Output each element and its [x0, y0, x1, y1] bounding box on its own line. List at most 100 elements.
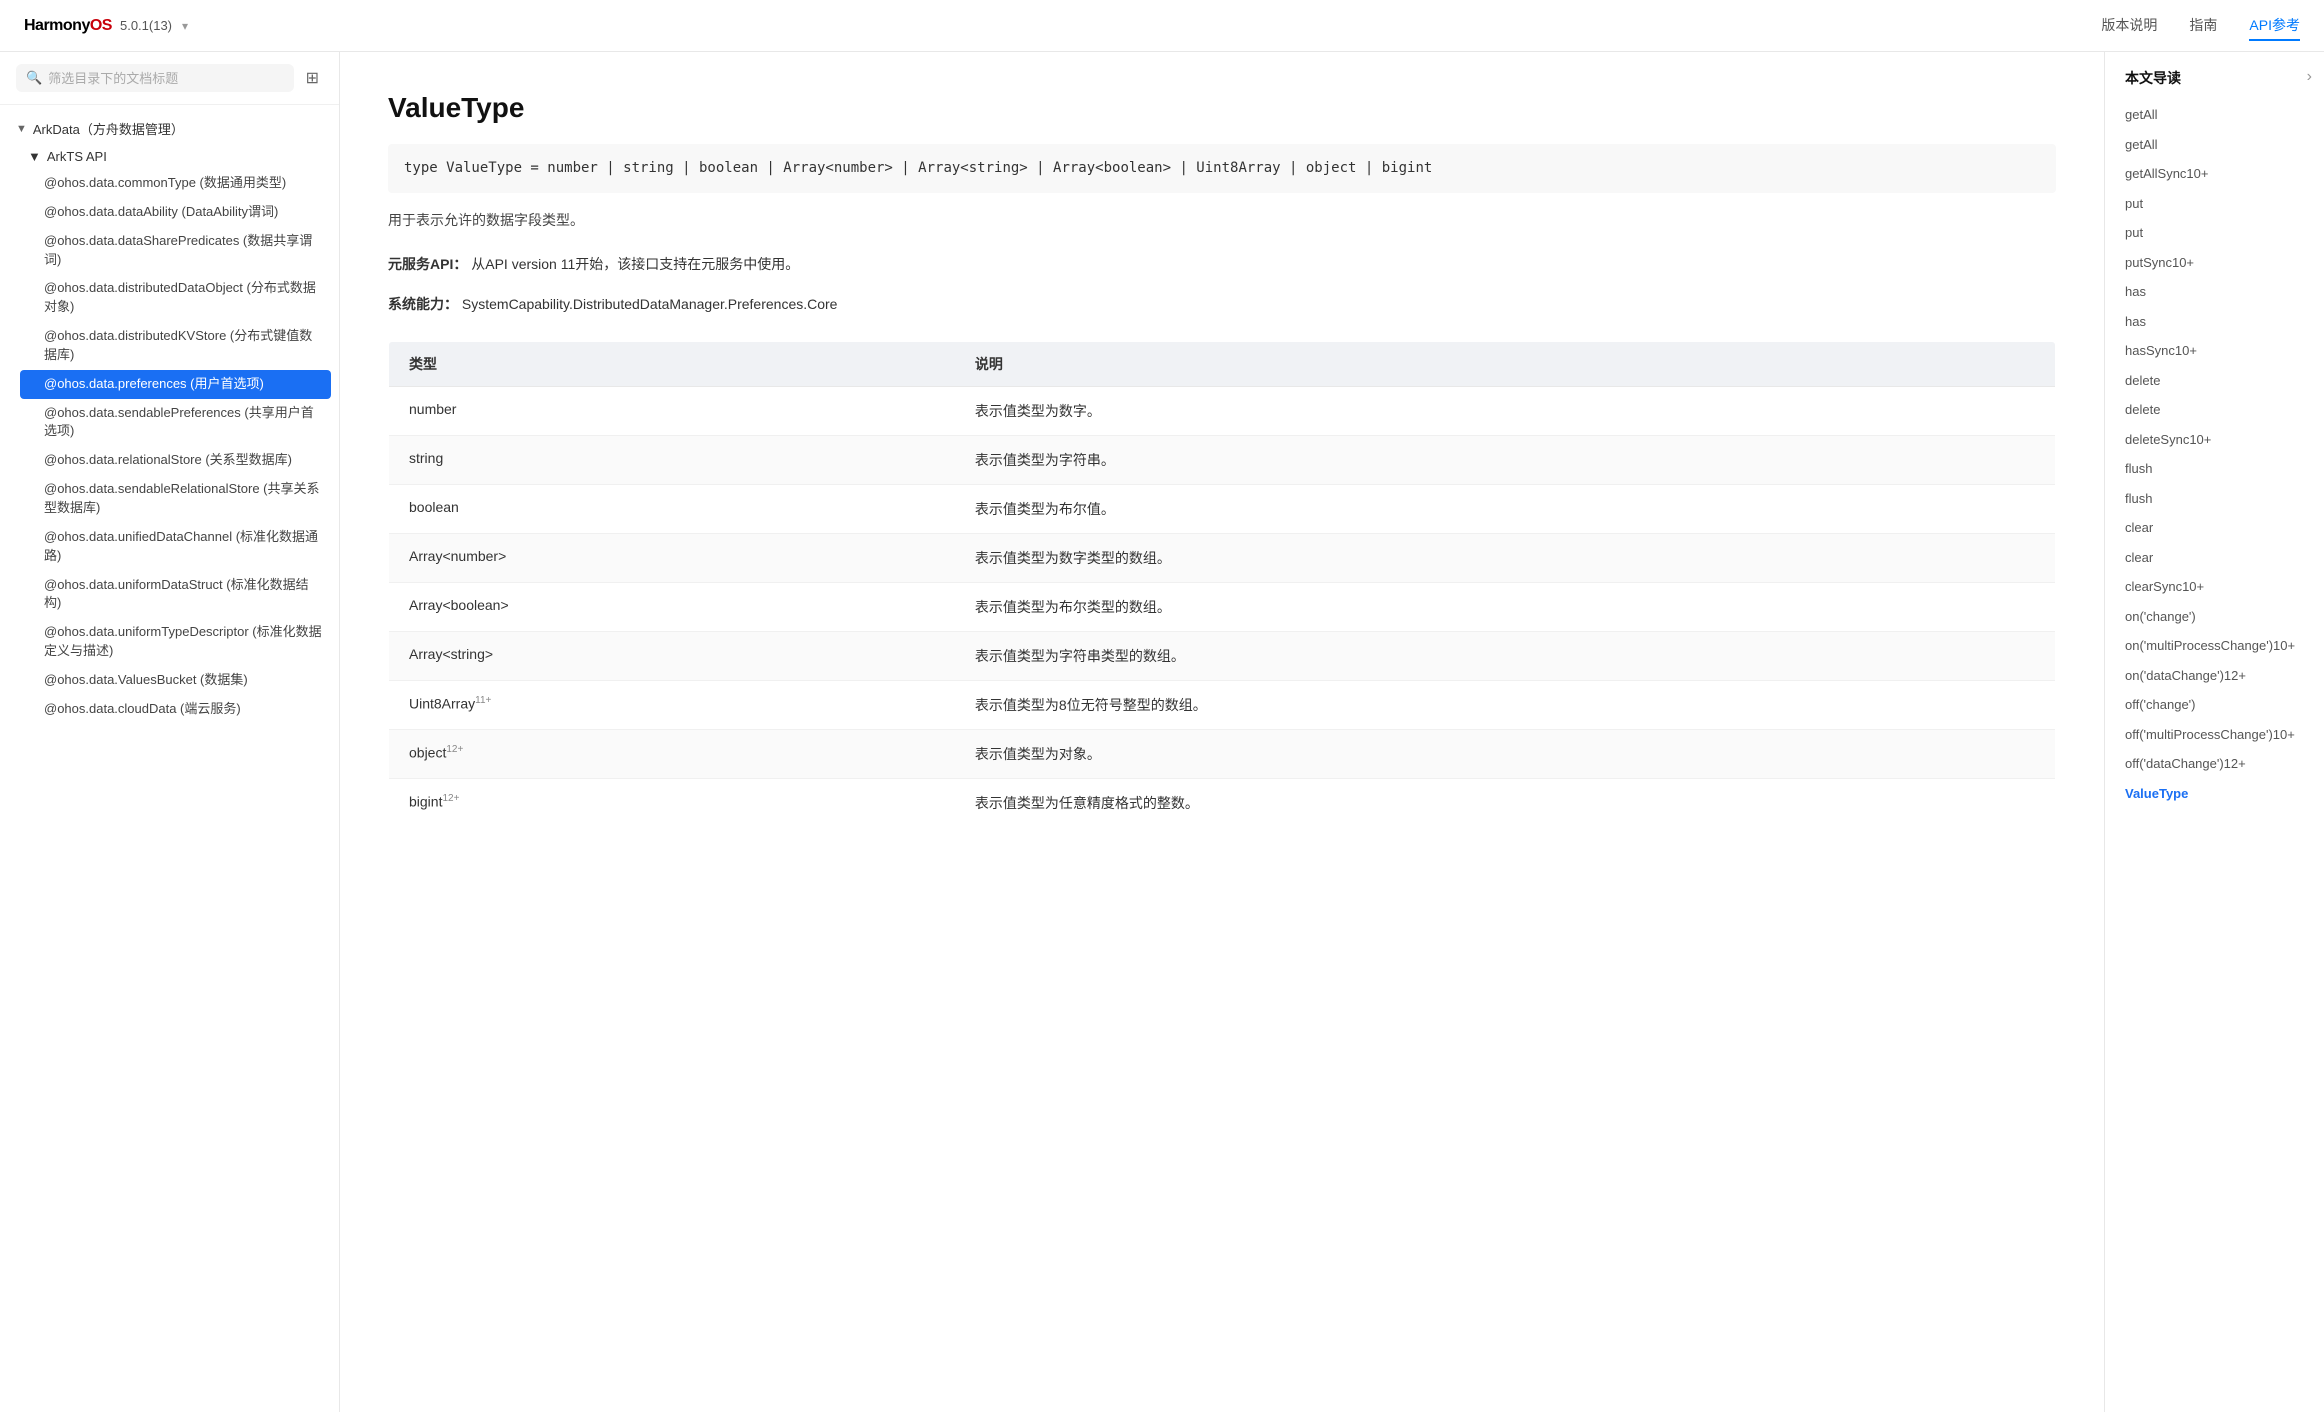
- cell-desc: 表示值类型为字符串类型的数组。: [955, 631, 2056, 680]
- sub-section-label: ArkTS API: [47, 149, 107, 164]
- sidebar-item[interactable]: @ohos.data.cloudData (端云服务): [12, 695, 339, 724]
- toc-item[interactable]: deleteSync10+: [2105, 425, 2324, 455]
- cell-type: Uint8Array11+: [389, 680, 955, 729]
- cell-type: Array<number>: [389, 533, 955, 582]
- cell-desc: 表示值类型为字符串。: [955, 435, 2056, 484]
- brand-dropdown-icon[interactable]: ▾: [182, 19, 188, 33]
- type-signature: type ValueType = number | string | boole…: [388, 144, 2056, 193]
- toc-item[interactable]: ValueType: [2105, 779, 2324, 809]
- system-cap-label: 系统能力：: [388, 296, 458, 312]
- table-row: bigint12+表示值类型为任意精度格式的整数。: [389, 778, 2056, 827]
- cell-type: object12+: [389, 729, 955, 778]
- tree-sub-section: ▼ ArkTS API @ohos.data.commonType (数据通用类…: [0, 144, 339, 724]
- meta-section: 元服务API： 从API version 11开始，该接口支持在元服务中使用。: [388, 253, 2056, 277]
- toc-item[interactable]: has: [2105, 277, 2324, 307]
- meta-text: 从API version 11开始，该接口支持在元服务中使用。: [471, 256, 799, 272]
- toc-item[interactable]: delete: [2105, 395, 2324, 425]
- brand-logo: HarmonyOS: [24, 17, 112, 35]
- toc-collapse-button[interactable]: ›: [2307, 68, 2312, 86]
- toc-item[interactable]: clear: [2105, 513, 2324, 543]
- toc-item[interactable]: delete: [2105, 366, 2324, 396]
- sidebar-item[interactable]: @ohos.data.preferences (用户首选项): [20, 370, 331, 399]
- sidebar-item[interactable]: @ohos.data.ValuesBucket (数据集): [12, 666, 339, 695]
- search-input[interactable]: [48, 71, 283, 86]
- table-row: object12+表示值类型为对象。: [389, 729, 2056, 778]
- system-cap: 系统能力： SystemCapability.DistributedDataMa…: [388, 293, 2056, 317]
- toc-item[interactable]: getAll: [2105, 130, 2324, 160]
- tree-section-header[interactable]: ▼ ArkData（方舟数据管理）: [0, 113, 339, 144]
- toc-item[interactable]: off('multiProcessChange')10+: [2105, 720, 2324, 750]
- cell-type: number: [389, 386, 955, 435]
- table-row: Array<string>表示值类型为字符串类型的数组。: [389, 631, 2056, 680]
- cell-desc: 表示值类型为8位无符号整型的数组。: [955, 680, 2056, 729]
- cell-desc: 表示值类型为任意精度格式的整数。: [955, 778, 2056, 827]
- sidebar-item[interactable]: @ohos.data.sendableRelationalStore (共享关系…: [12, 475, 339, 523]
- cell-desc: 表示值类型为对象。: [955, 729, 2056, 778]
- col-desc: 说明: [955, 341, 2056, 386]
- tree-sub-header[interactable]: ▼ ArkTS API: [12, 144, 339, 169]
- nav-links: 版本说明 指南 API参考: [2101, 11, 2300, 41]
- sidebar-item[interactable]: @ohos.data.unifiedDataChannel (标准化数据通路): [12, 523, 339, 571]
- sidebar-item[interactable]: @ohos.data.uniformDataStruct (标准化数据结构): [12, 571, 339, 619]
- sidebar-item[interactable]: @ohos.data.distributedKVStore (分布式键值数据库): [12, 322, 339, 370]
- toc-item[interactable]: off('change'): [2105, 690, 2324, 720]
- toc-items-container: getAllgetAllgetAllSync10+putputputSync10…: [2105, 100, 2324, 808]
- sidebar-item[interactable]: @ohos.data.distributedDataObject (分布式数据对…: [12, 274, 339, 322]
- table-row: Array<boolean>表示值类型为布尔类型的数组。: [389, 582, 2056, 631]
- search-box[interactable]: 🔍: [16, 64, 294, 92]
- cell-desc: 表示值类型为数字。: [955, 386, 2056, 435]
- toc-item[interactable]: hasSync10+: [2105, 336, 2324, 366]
- table-row: boolean表示值类型为布尔值。: [389, 484, 2056, 533]
- table-row: Uint8Array11+表示值类型为8位无符号整型的数组。: [389, 680, 2056, 729]
- toc-item[interactable]: on('dataChange')12+: [2105, 661, 2324, 691]
- sidebar-item[interactable]: @ohos.data.dataSharePredicates (数据共享谓词): [12, 227, 339, 275]
- cell-desc: 表示值类型为布尔类型的数组。: [955, 582, 2056, 631]
- sidebar-item[interactable]: @ohos.data.uniformTypeDescriptor (标准化数据定…: [12, 618, 339, 666]
- sub-chevron: ▼: [28, 149, 41, 164]
- toc-header: 本文导读: [2105, 68, 2324, 100]
- col-type: 类型: [389, 341, 955, 386]
- sidebar-search-bar: 🔍 ⊞: [0, 52, 339, 105]
- sidebar: 🔍 ⊞ ▼ ArkData（方舟数据管理） ▼ ArkTS API: [0, 52, 340, 1412]
- toc-item[interactable]: getAllSync10+: [2105, 159, 2324, 189]
- toc-item[interactable]: flush: [2105, 484, 2324, 514]
- sidebar-item[interactable]: @ohos.data.dataAbility (DataAbility谓词): [12, 198, 339, 227]
- toc-item[interactable]: getAll: [2105, 100, 2324, 130]
- description: 用于表示允许的数据字段类型。: [388, 209, 2056, 233]
- toc-item[interactable]: clearSync10+: [2105, 572, 2324, 602]
- search-icon: 🔍: [26, 70, 42, 86]
- table-body: number表示值类型为数字。string表示值类型为字符串。boolean表示…: [389, 386, 2056, 827]
- tree-group: ▼ ArkData（方舟数据管理） ▼ ArkTS API @ohos.data…: [0, 113, 339, 724]
- sidebar-item[interactable]: @ohos.data.relationalStore (关系型数据库): [12, 446, 339, 475]
- toc-item[interactable]: on('change'): [2105, 602, 2324, 632]
- sidebar-icon-btn[interactable]: ⊞: [302, 64, 323, 92]
- cell-type: boolean: [389, 484, 955, 533]
- page-title: ValueType: [388, 92, 2056, 124]
- toc-item[interactable]: clear: [2105, 543, 2324, 573]
- table-row: string表示值类型为字符串。: [389, 435, 2056, 484]
- nav-link[interactable]: 指南: [2189, 11, 2217, 41]
- toc-item[interactable]: putSync10+: [2105, 248, 2324, 278]
- brand: HarmonyOS 5.0.1(13) ▾: [24, 17, 188, 35]
- toc-item[interactable]: has: [2105, 307, 2324, 337]
- toc-item[interactable]: flush: [2105, 454, 2324, 484]
- toc-item[interactable]: put: [2105, 189, 2324, 219]
- sidebar-item[interactable]: @ohos.data.sendablePreferences (共享用户首选项): [12, 399, 339, 447]
- sidebar-item[interactable]: @ohos.data.commonType (数据通用类型): [12, 169, 339, 198]
- value-type-table: 类型 说明 number表示值类型为数字。string表示值类型为字符串。boo…: [388, 341, 2056, 828]
- nav-link[interactable]: 版本说明: [2101, 11, 2157, 41]
- cell-type: Array<boolean>: [389, 582, 955, 631]
- section-label: ArkData（方舟数据管理）: [33, 119, 184, 138]
- toc-item[interactable]: off('dataChange')12+: [2105, 749, 2324, 779]
- content-area: ValueType type ValueType = number | stri…: [340, 52, 2104, 1412]
- cell-desc: 表示值类型为数字类型的数组。: [955, 533, 2056, 582]
- table-row: Array<number>表示值类型为数字类型的数组。: [389, 533, 2056, 582]
- toc-item[interactable]: on('multiProcessChange')10+: [2105, 631, 2324, 661]
- system-cap-text: SystemCapability.DistributedDataManager.…: [462, 296, 838, 312]
- brand-version: 5.0.1(13): [120, 18, 172, 33]
- toc-item[interactable]: put: [2105, 218, 2324, 248]
- nav-link[interactable]: API参考: [2249, 11, 2300, 41]
- main-layout: 🔍 ⊞ ▼ ArkData（方舟数据管理） ▼ ArkTS API: [0, 52, 2324, 1412]
- cell-type: string: [389, 435, 955, 484]
- cell-desc: 表示值类型为布尔值。: [955, 484, 2056, 533]
